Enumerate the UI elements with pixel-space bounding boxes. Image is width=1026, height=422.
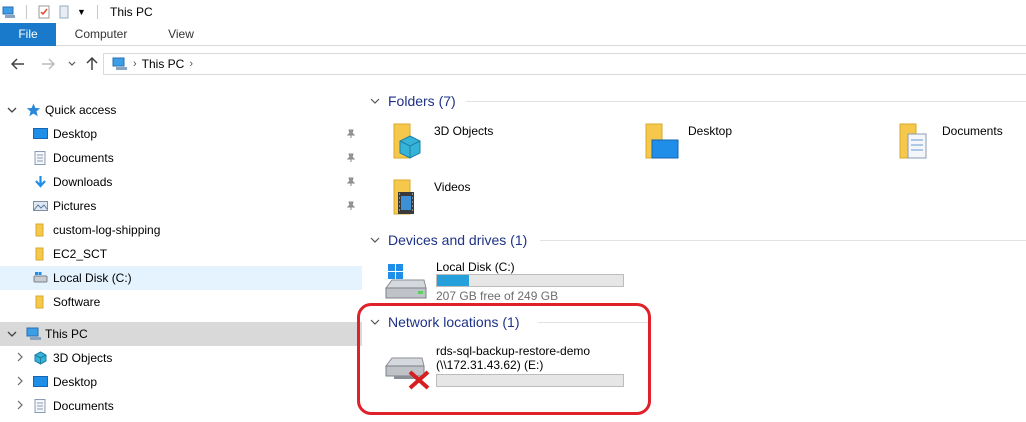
desktop-icon bbox=[33, 375, 48, 389]
folder-label: Desktop bbox=[688, 124, 733, 138]
navigation-bar: › This PC › bbox=[0, 46, 1026, 82]
group-header-folders[interactable]: Folders (7) bbox=[370, 91, 456, 111]
folder-icon bbox=[33, 295, 48, 309]
chevron-down-icon[interactable] bbox=[370, 235, 384, 246]
sidebar-item-desktop[interactable]: Desktop bbox=[0, 370, 362, 394]
tab-view[interactable]: View bbox=[146, 23, 216, 46]
downloads-icon bbox=[33, 175, 48, 189]
sidebar-item-label: Documents bbox=[53, 151, 114, 165]
group-divider bbox=[540, 240, 1026, 241]
window-title: This PC bbox=[110, 4, 153, 19]
chevron-right-icon[interactable] bbox=[14, 352, 26, 365]
drive-usage-bar bbox=[436, 274, 624, 287]
sidebar-item-label: 3D Objects bbox=[53, 351, 113, 365]
recent-locations-chevron-icon[interactable] bbox=[62, 54, 82, 74]
pin-icon[interactable] bbox=[346, 177, 356, 187]
drive-free-space: 207 GB free of 249 GB bbox=[436, 289, 559, 303]
group-header-devices[interactable]: Devices and drives (1) bbox=[370, 230, 527, 250]
sidebar-item-label: Desktop bbox=[53, 127, 98, 141]
forward-arrow-icon[interactable] bbox=[38, 54, 58, 74]
group-header-label: Folders (7) bbox=[388, 93, 456, 109]
address-bar[interactable]: › This PC › bbox=[103, 53, 1026, 75]
3d-objects-icon bbox=[33, 351, 48, 365]
3d-objects-icon bbox=[386, 122, 426, 162]
chevron-right-icon[interactable] bbox=[14, 376, 26, 389]
sidebar-item-label: EC2_SCT bbox=[53, 247, 108, 261]
drive-icon bbox=[384, 262, 427, 302]
documents-icon bbox=[894, 122, 934, 162]
folder-label: Videos bbox=[434, 180, 471, 194]
folder-label: 3D Objects bbox=[434, 124, 494, 138]
desktop-icon bbox=[33, 127, 48, 141]
this-pc-icon[interactable] bbox=[2, 5, 16, 19]
drive-icon bbox=[33, 271, 48, 285]
breadcrumb-separator-icon[interactable]: › bbox=[133, 58, 137, 70]
pin-icon[interactable] bbox=[346, 201, 356, 211]
sidebar-item-this-pc[interactable]: This PC bbox=[0, 322, 362, 346]
sidebar-item-software[interactable]: Software bbox=[0, 290, 362, 314]
sidebar-item-downloads[interactable]: Downloads bbox=[0, 170, 362, 194]
breadcrumb-this-pc[interactable]: This PC bbox=[142, 57, 185, 71]
tab-computer[interactable]: Computer bbox=[56, 23, 146, 46]
chevron-down-icon[interactable] bbox=[370, 96, 384, 107]
sidebar-item-label: Downloads bbox=[53, 175, 113, 189]
sidebar-item-label: Quick access bbox=[45, 103, 117, 117]
this-pc-icon bbox=[112, 57, 128, 71]
breadcrumb-separator-icon[interactable]: › bbox=[189, 58, 193, 70]
sidebar-item-label: custom-log-shipping bbox=[53, 223, 161, 237]
new-folder-icon[interactable] bbox=[57, 5, 71, 19]
toolbar-divider bbox=[97, 4, 98, 19]
folder-tile-videos[interactable]: Videos bbox=[386, 178, 586, 226]
sidebar-item-label: Documents bbox=[53, 399, 114, 413]
folder-tile-3d-objects[interactable]: 3D Objects bbox=[386, 122, 586, 170]
chevron-down-icon[interactable] bbox=[6, 329, 18, 340]
sidebar-item-documents[interactable]: Documents bbox=[0, 394, 362, 418]
quick-access-toolbar: ▼ This PC bbox=[0, 4, 153, 19]
sidebar-item-label: Pictures bbox=[53, 199, 97, 213]
sidebar-item-pictures[interactable]: Pictures bbox=[0, 194, 362, 218]
sidebar-item-custom-log-shipping[interactable]: custom-log-shipping bbox=[0, 218, 362, 242]
documents-icon bbox=[33, 399, 48, 413]
folder-label: Documents bbox=[942, 124, 1003, 138]
folder-icon bbox=[33, 223, 48, 237]
sidebar-item-documents[interactable]: Documents bbox=[0, 146, 362, 170]
sidebar-item-3d-objects[interactable]: 3D Objects bbox=[0, 346, 362, 370]
customize-toolbar-icon[interactable]: ▼ bbox=[77, 5, 87, 19]
toolbar-divider bbox=[26, 4, 27, 19]
pictures-icon bbox=[33, 199, 48, 213]
sidebar-item-local-disk[interactable]: Local Disk (C:) bbox=[0, 266, 362, 290]
annotation-highlight bbox=[357, 303, 651, 415]
folder-tile-desktop[interactable]: Desktop bbox=[640, 122, 840, 170]
sidebar-item-label: Desktop bbox=[53, 375, 98, 389]
ribbon-tabs: File Computer View bbox=[0, 23, 1026, 46]
sidebar-item-label: Software bbox=[53, 295, 101, 309]
sidebar-item-label: This PC bbox=[45, 327, 88, 341]
sidebar-item-quick-access[interactable]: Quick access bbox=[0, 98, 362, 122]
videos-icon bbox=[386, 178, 426, 218]
sidebar-item-ec2-sct[interactable]: EC2_SCT bbox=[0, 242, 362, 266]
chevron-right-icon[interactable] bbox=[14, 400, 26, 413]
drive-label: Local Disk (C:) bbox=[436, 260, 515, 274]
properties-icon[interactable] bbox=[37, 5, 51, 19]
up-arrow-icon[interactable] bbox=[82, 54, 102, 74]
pin-icon[interactable] bbox=[346, 129, 356, 139]
group-header-label: Devices and drives (1) bbox=[388, 232, 528, 248]
documents-icon bbox=[33, 151, 48, 165]
title-bar: ▼ This PC bbox=[0, 0, 1026, 23]
navigation-pane: Quick access Desktop Documents Downloads… bbox=[0, 96, 362, 422]
star-icon bbox=[26, 103, 41, 117]
group-divider bbox=[466, 101, 1026, 102]
pin-icon[interactable] bbox=[346, 153, 356, 163]
folder-icon bbox=[33, 247, 48, 261]
chevron-down-icon[interactable] bbox=[6, 105, 18, 116]
drive-usage-fill bbox=[437, 275, 469, 286]
this-pc-icon bbox=[26, 327, 41, 341]
back-arrow-icon[interactable] bbox=[8, 54, 28, 74]
desktop-icon bbox=[640, 122, 680, 162]
tab-file[interactable]: File bbox=[0, 23, 56, 46]
sidebar-item-label: Local Disk (C:) bbox=[53, 271, 132, 285]
sidebar-item-desktop[interactable]: Desktop bbox=[0, 122, 362, 146]
folder-tile-documents[interactable]: Documents bbox=[894, 122, 1024, 170]
